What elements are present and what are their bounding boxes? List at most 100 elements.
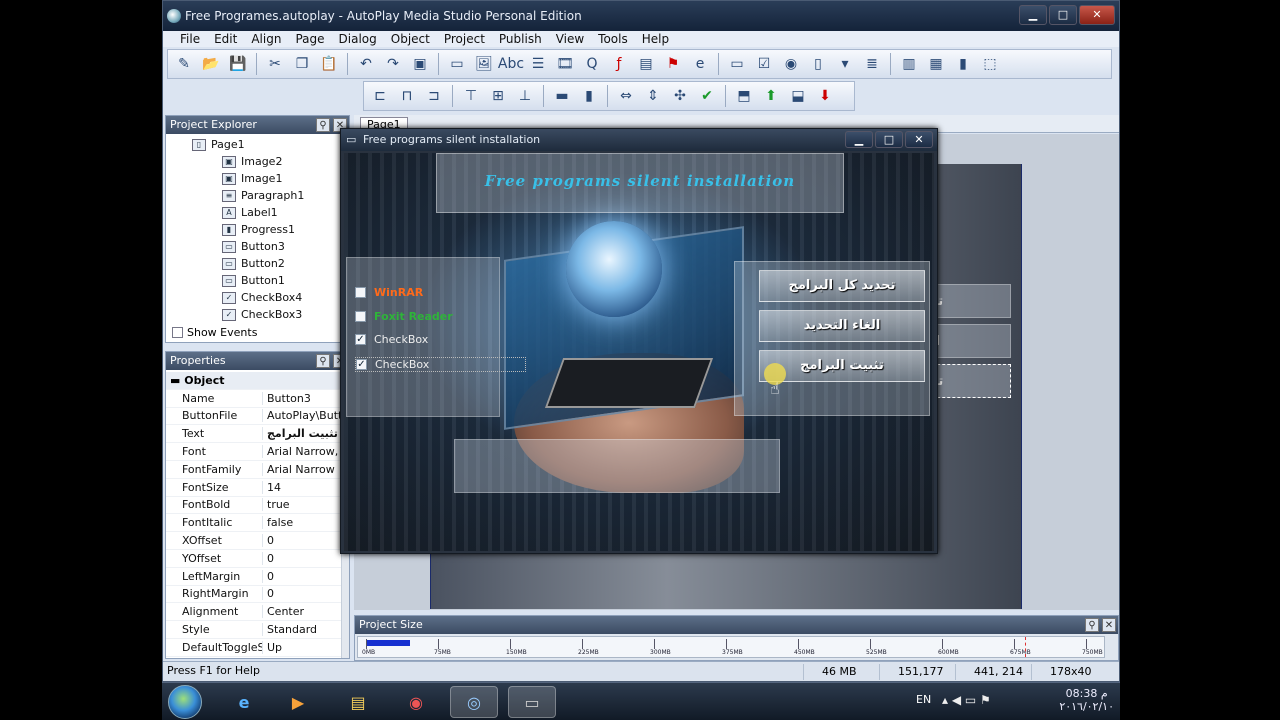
explorer-icon[interactable]: ▤ xyxy=(334,686,382,718)
send-backward-icon[interactable]: ⬓ xyxy=(786,85,810,107)
media-player-icon[interactable]: ▶ xyxy=(274,686,322,718)
save-icon[interactable]: 💾 xyxy=(226,53,250,75)
open-icon[interactable]: 📂 xyxy=(199,53,223,75)
same-width-icon[interactable]: ▮ xyxy=(577,85,601,107)
align-left-icon[interactable]: ⊏ xyxy=(368,85,392,107)
property-value[interactable]: تثبيت البرامج xyxy=(262,427,349,441)
property-value[interactable]: Button3 xyxy=(262,391,349,405)
paste-icon[interactable]: 📋 xyxy=(317,53,341,75)
bring-front-icon[interactable]: ⬒ xyxy=(732,85,756,107)
quicktime-object-icon[interactable]: Q xyxy=(580,53,604,75)
property-section[interactable]: ▬ Object xyxy=(166,374,224,387)
property-row[interactable]: XOffset 0 xyxy=(166,532,349,550)
grid-object-icon[interactable]: ▦ xyxy=(924,53,948,75)
property-value[interactable]: true xyxy=(262,498,349,512)
property-row[interactable]: Text تثبيت البرامج xyxy=(166,425,349,444)
menu-page[interactable]: Page xyxy=(288,31,331,47)
center-both-icon[interactable]: ✣ xyxy=(668,85,692,107)
pin-icon[interactable]: ⚲ xyxy=(1085,618,1099,632)
wizard-icon[interactable]: ✎ xyxy=(172,53,196,75)
dialog-maximize-button[interactable]: □ xyxy=(875,131,903,148)
property-row[interactable]: FontBold true xyxy=(166,497,349,515)
align-bottom-icon[interactable]: ⊥ xyxy=(513,85,537,107)
send-back-icon[interactable]: ⬇ xyxy=(813,85,837,107)
property-value[interactable]: 0 xyxy=(262,587,349,601)
property-value[interactable]: Center xyxy=(262,605,349,619)
rich-text-object-icon[interactable]: ▥ xyxy=(897,53,921,75)
dialog-close-button[interactable]: ✕ xyxy=(905,131,933,148)
align-center-icon[interactable]: ⊓ xyxy=(395,85,419,107)
tree-item[interactable]: ✓ CheckBox4 xyxy=(170,289,334,306)
menu-align[interactable]: Align xyxy=(244,31,288,47)
menu-publish[interactable]: Publish xyxy=(492,31,549,47)
property-value[interactable]: 0 xyxy=(262,551,349,565)
menu-dialog[interactable]: Dialog xyxy=(332,31,384,47)
checkbox-box[interactable] xyxy=(355,311,366,322)
close-button[interactable]: ✕ xyxy=(1079,5,1115,25)
label-object-icon[interactable]: Abc xyxy=(498,53,524,75)
language-indicator[interactable]: EN xyxy=(916,693,931,706)
checkbox-box[interactable]: ✓ xyxy=(356,359,367,370)
menu-edit[interactable]: Edit xyxy=(207,31,244,47)
menu-object[interactable]: Object xyxy=(384,31,437,47)
show-events-checkbox[interactable] xyxy=(172,327,183,338)
tree-item[interactable]: ▣ Image2 xyxy=(170,153,334,170)
chrome-icon[interactable]: ◉ xyxy=(392,686,440,718)
tree-item[interactable]: A Label1 xyxy=(170,204,334,221)
property-value[interactable]: Arial Narrow, 1 xyxy=(262,445,349,459)
button-object-icon[interactable]: ▭ xyxy=(445,53,469,75)
property-row[interactable]: Font Arial Narrow, 1 xyxy=(166,443,349,461)
tray-icons[interactable]: ▴ ◀ ▭ ⚑ xyxy=(942,693,991,707)
checkbox-object-icon[interactable]: ☑ xyxy=(752,53,776,75)
tree-item[interactable]: ▭ Button2 xyxy=(170,255,334,272)
select-all-button[interactable]: تحديد كل البرامج xyxy=(759,270,925,302)
checkbox-3[interactable]: ✓ CheckBox xyxy=(355,333,428,346)
minimize-button[interactable]: ▁ xyxy=(1019,5,1047,25)
property-row[interactable]: Name Button3 xyxy=(166,390,349,408)
tree-item[interactable]: ✓ CheckBox3 xyxy=(170,306,334,323)
tree-item-page1[interactable]: ▯ Page1 xyxy=(170,136,334,153)
preview-icon[interactable]: ▣ xyxy=(408,53,432,75)
property-row[interactable]: RightMargin 0 xyxy=(166,586,349,604)
property-row[interactable]: YOffset 0 xyxy=(166,550,349,568)
pdf-object-icon[interactable]: ⚑ xyxy=(661,53,685,75)
clock[interactable]: 08:38 م ٢٠١٦/٠٢/١٠ xyxy=(1059,687,1114,713)
align-right-icon[interactable]: ⊐ xyxy=(422,85,446,107)
property-value[interactable]: 0 xyxy=(262,569,349,583)
video-object-icon[interactable]: 🎞 xyxy=(553,53,577,75)
menu-project[interactable]: Project xyxy=(437,31,492,47)
tree-item[interactable]: ▭ Button1 xyxy=(170,272,334,289)
same-height-icon[interactable]: ▬ xyxy=(550,85,574,107)
pin-icon[interactable]: ⚲ xyxy=(316,354,330,368)
property-value[interactable]: Arial Narrow xyxy=(262,462,349,476)
center-horizontal-icon[interactable]: ⇔ xyxy=(614,85,638,107)
tree-object-icon[interactable]: ≣ xyxy=(860,53,884,75)
paragraph-object-icon[interactable]: ☰ xyxy=(526,53,550,75)
show-events-toggle[interactable]: Show Events xyxy=(172,326,257,339)
bring-forward-icon[interactable]: ⬆ xyxy=(759,85,783,107)
property-row[interactable]: FontSize 14 xyxy=(166,479,349,497)
autoplay-icon[interactable]: ◎ xyxy=(450,686,498,718)
center-vertical-icon[interactable]: ⇕ xyxy=(641,85,665,107)
check-icon[interactable]: ✔ xyxy=(695,85,719,107)
tree-item[interactable]: ▣ Image1 xyxy=(170,170,334,187)
dialog-minimize-button[interactable]: ▁ xyxy=(845,131,873,148)
menu-file[interactable]: File xyxy=(173,31,207,47)
start-button[interactable] xyxy=(168,685,202,719)
property-row[interactable]: Style Standard xyxy=(166,621,349,639)
property-row[interactable]: LeftMargin 0 xyxy=(166,568,349,586)
radio-object-icon[interactable]: ◉ xyxy=(779,53,803,75)
checkbox-box[interactable] xyxy=(355,287,366,298)
align-middle-icon[interactable]: ⊞ xyxy=(486,85,510,107)
ie-icon[interactable]: e xyxy=(220,686,268,718)
pin-icon[interactable]: ⚲ xyxy=(316,118,330,132)
property-row[interactable]: DefaultToggleS Up xyxy=(166,639,349,657)
slideshow-object-icon[interactable]: ▤ xyxy=(634,53,658,75)
listbox-object-icon[interactable]: ▯ xyxy=(806,53,830,75)
property-row[interactable]: FontFamily Arial Narrow xyxy=(166,461,349,479)
align-top-icon[interactable]: ⊤ xyxy=(459,85,483,107)
panel-close-icon[interactable]: ✕ xyxy=(1102,618,1116,632)
flash-object-icon[interactable]: ƒ xyxy=(607,53,631,75)
tree-item[interactable]: ▭ Button3 xyxy=(170,238,334,255)
redo-icon[interactable]: ↷ xyxy=(381,53,405,75)
